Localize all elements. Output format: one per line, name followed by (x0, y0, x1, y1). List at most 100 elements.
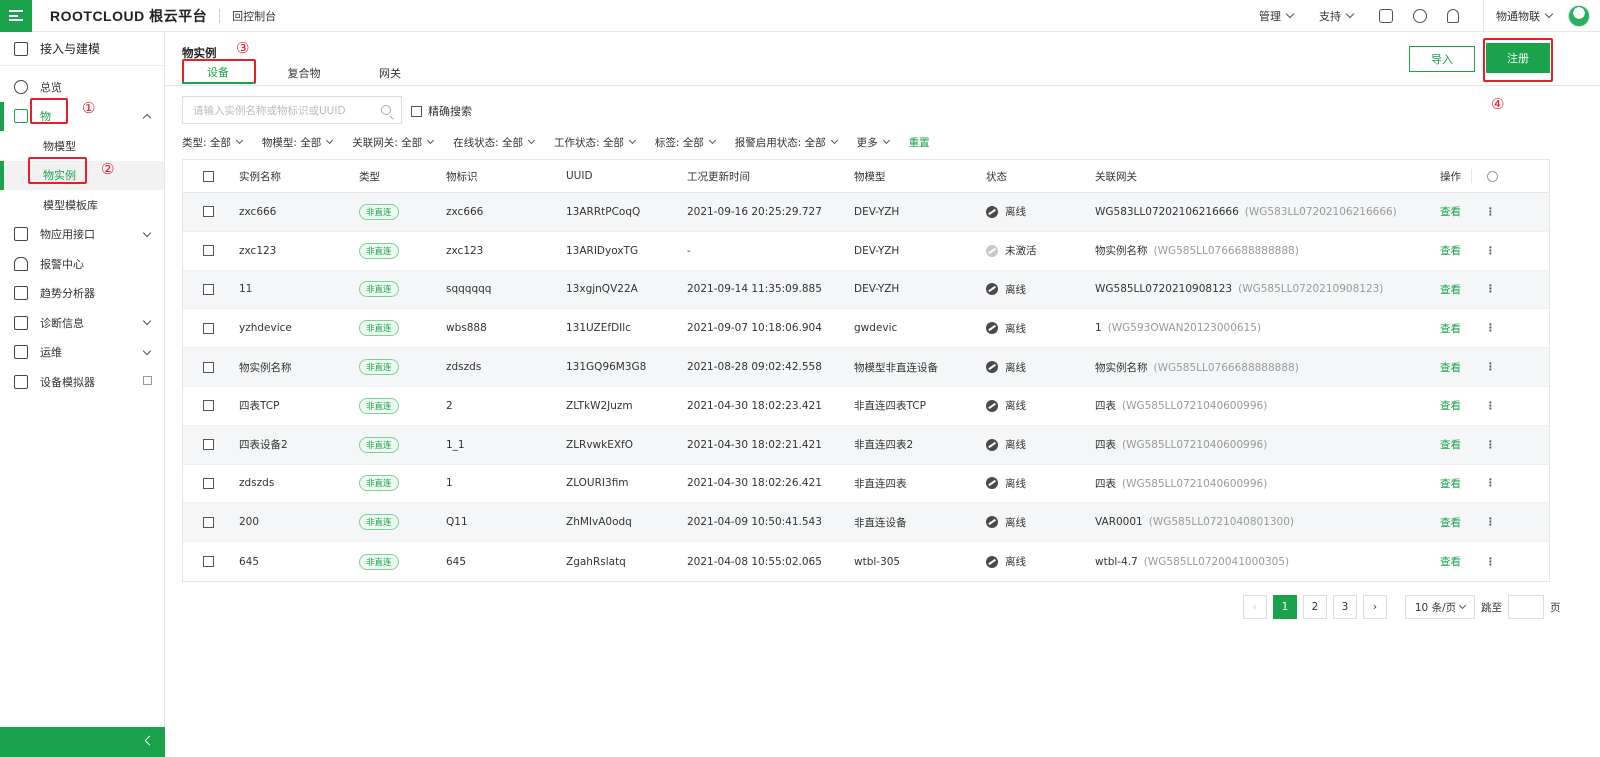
status-cell: 离线 (986, 398, 1026, 413)
cell-uuid: 131UZEfDIlc (566, 322, 631, 335)
more-actions-icon[interactable]: ⋮ (1485, 361, 1496, 373)
page-button[interactable]: 1 (1273, 595, 1297, 619)
status-cell: 离线 (986, 204, 1026, 219)
sidebar-item-template-library[interactable]: 模型模板库 (0, 190, 164, 220)
view-link[interactable]: 查看 (1440, 321, 1461, 336)
row-checkbox[interactable] (203, 361, 214, 373)
back-to-console-link[interactable]: 回控制台 (232, 8, 276, 24)
gateway-id: (WG585LL0721040600996) (1122, 439, 1268, 452)
user-menu[interactable]: 物通物联 (1496, 8, 1554, 24)
filter-work-status[interactable]: 工作状态: 全部 (554, 135, 636, 150)
more-actions-icon[interactable]: ⋮ (1485, 206, 1496, 218)
row-checkbox[interactable] (203, 322, 214, 334)
register-button[interactable]: 注册 (1486, 43, 1550, 73)
row-checkbox[interactable] (203, 206, 214, 218)
search-icon[interactable] (381, 105, 391, 115)
gear-icon[interactable] (1487, 170, 1498, 182)
sidebar-header-label: 接入与建模 (40, 42, 101, 56)
row-checkbox[interactable] (203, 516, 214, 528)
view-link[interactable]: 查看 (1440, 243, 1461, 258)
tab-gateway[interactable]: 网关 (354, 62, 426, 84)
table-row[interactable]: zdszds 非直连 1 ZLOURI3fim 2021-04-30 18:02:26.… (183, 465, 1549, 504)
view-link[interactable]: 查看 (1440, 476, 1461, 491)
cell-time: 2021-04-30 18:02:23.421 (687, 399, 822, 412)
avatar[interactable] (1568, 5, 1590, 27)
more-actions-icon[interactable]: ⋮ (1485, 516, 1496, 528)
table-row[interactable]: zxc666 非直连 zxc666 13ARRtPCoqQ 2021-09-16 20:… (183, 193, 1549, 232)
exact-search-checkbox[interactable]: 精确搜索 (411, 103, 472, 119)
more-actions-icon[interactable]: ⋮ (1485, 556, 1496, 568)
sidebar-item-diagnostics[interactable]: 诊断信息 (0, 308, 164, 338)
sidebar-item-trend-analyzer[interactable]: 趋势分析器 (0, 279, 164, 309)
view-link[interactable]: 查看 (1440, 360, 1461, 375)
menu-manage[interactable]: 管理 (1259, 8, 1295, 24)
search-input[interactable]: 请输入实例名称或物标识或UUID (182, 96, 402, 124)
page-size-select[interactable]: 10 条/页 (1405, 595, 1475, 619)
cell-name: 645 (239, 555, 260, 568)
sidebar-item-label: 运维 (40, 346, 62, 360)
next-page-button[interactable]: › (1363, 595, 1387, 619)
sidebar-item-label: 设备模拟器 (40, 375, 95, 389)
table-row[interactable]: 200 非直连 Q11 ZhMIvA0odq 2021-04-09 10:50:41.5… (183, 503, 1549, 543)
table-row[interactable]: 四表TCP 非直连 2 ZLTkW2Juzm 2021-04-30 18:02:23.4… (183, 387, 1549, 426)
more-actions-icon[interactable]: ⋮ (1485, 283, 1496, 295)
filter-online-status[interactable]: 在线状态: 全部 (453, 135, 536, 150)
help-icon[interactable] (1413, 9, 1427, 23)
jump-label: 跳至 (1481, 601, 1502, 614)
filter-gateway[interactable]: 关联网关: 全部 (352, 135, 435, 150)
sidebar-item-device-simulator[interactable]: 设备模拟器 (0, 367, 164, 397)
table-row[interactable]: zxc123 非直连 zxc123 13ARIDyoxTG - DEV-YZH 未激活 物实例… (183, 232, 1549, 271)
more-actions-icon[interactable]: ⋮ (1485, 400, 1496, 412)
row-checkbox[interactable] (203, 477, 214, 489)
sidebar-item-alarm-center[interactable]: 报警中心 (0, 249, 164, 279)
view-link[interactable]: 查看 (1440, 282, 1461, 297)
table-row[interactable]: 11 非直连 sqqqqqq 13xgjnQV22A 2021-09-14 11:35:… (183, 270, 1549, 310)
row-checkbox[interactable] (203, 283, 214, 295)
divider (165, 85, 1600, 86)
switch-icon[interactable] (1379, 9, 1393, 23)
tab-composite[interactable]: 复合物 (268, 62, 340, 84)
view-link[interactable]: 查看 (1440, 437, 1461, 452)
select-all-checkbox[interactable] (203, 170, 214, 182)
table-row[interactable]: 四表设备2 非直连 1_1 ZLRvwkEXfO 2021-04-30 18:02:21… (183, 425, 1549, 465)
tab-device[interactable]: 设备 (182, 62, 254, 84)
logo[interactable]: ROOTCLOUD 根云平台 (50, 6, 207, 26)
menu-icon[interactable] (0, 0, 32, 32)
bell-icon[interactable] (1447, 9, 1459, 23)
prev-page-button[interactable]: ‹ (1243, 595, 1267, 619)
import-button[interactable]: 导入 (1409, 46, 1475, 72)
table-row[interactable]: 645 非直连 645 ZgahRslatq 2021-04-08 10:55:02.0… (183, 542, 1549, 581)
filter-alarm-status[interactable]: 报警启用状态: 全部 (735, 135, 838, 150)
simulator-icon (14, 374, 28, 389)
more-actions-icon[interactable]: ⋮ (1485, 322, 1496, 334)
collapse-sidebar-button[interactable] (0, 727, 165, 757)
page-button[interactable]: 2 (1303, 595, 1327, 619)
more-actions-icon[interactable]: ⋮ (1485, 245, 1496, 257)
jump-page-input[interactable] (1508, 595, 1544, 619)
more-actions-icon[interactable]: ⋮ (1485, 439, 1496, 451)
filter-label: 类型: 全部 (182, 137, 231, 149)
filter-type[interactable]: 类型: 全部 (182, 135, 243, 150)
filter-more[interactable]: 更多 (857, 135, 890, 150)
cell-time: 2021-08-28 09:02:42.558 (687, 361, 822, 374)
page-button[interactable]: 3 (1333, 595, 1357, 619)
table-row[interactable]: yzhdevice 非直连 wbs888 131UZEfDIlc 2021-09-07 … (183, 309, 1549, 349)
view-link[interactable]: 查看 (1440, 204, 1461, 219)
filter-model[interactable]: 物模型: 全部 (262, 135, 334, 150)
checkbox[interactable] (411, 105, 422, 117)
sidebar-item-app-api[interactable]: 物应用接口 (0, 220, 164, 250)
row-checkbox[interactable] (203, 400, 214, 412)
more-actions-icon[interactable]: ⋮ (1485, 477, 1496, 489)
sidebar-item-ops[interactable]: 运维 (0, 338, 164, 368)
view-link[interactable]: 查看 (1440, 398, 1461, 413)
view-link[interactable]: 查看 (1440, 554, 1461, 569)
menu-support[interactable]: 支持 (1319, 8, 1355, 24)
filter-tag[interactable]: 标签: 全部 (655, 135, 716, 150)
sidebar-item-overview[interactable]: 总览 (0, 72, 164, 102)
row-checkbox[interactable] (203, 245, 214, 257)
row-checkbox[interactable] (203, 439, 214, 451)
table-row[interactable]: 物实例名称 非直连 zdszds 131GQ96M3G8 2021-08-28 09:0… (183, 348, 1549, 387)
row-checkbox[interactable] (203, 556, 214, 568)
view-link[interactable]: 查看 (1440, 515, 1461, 530)
reset-button[interactable]: 重置 (909, 135, 930, 150)
